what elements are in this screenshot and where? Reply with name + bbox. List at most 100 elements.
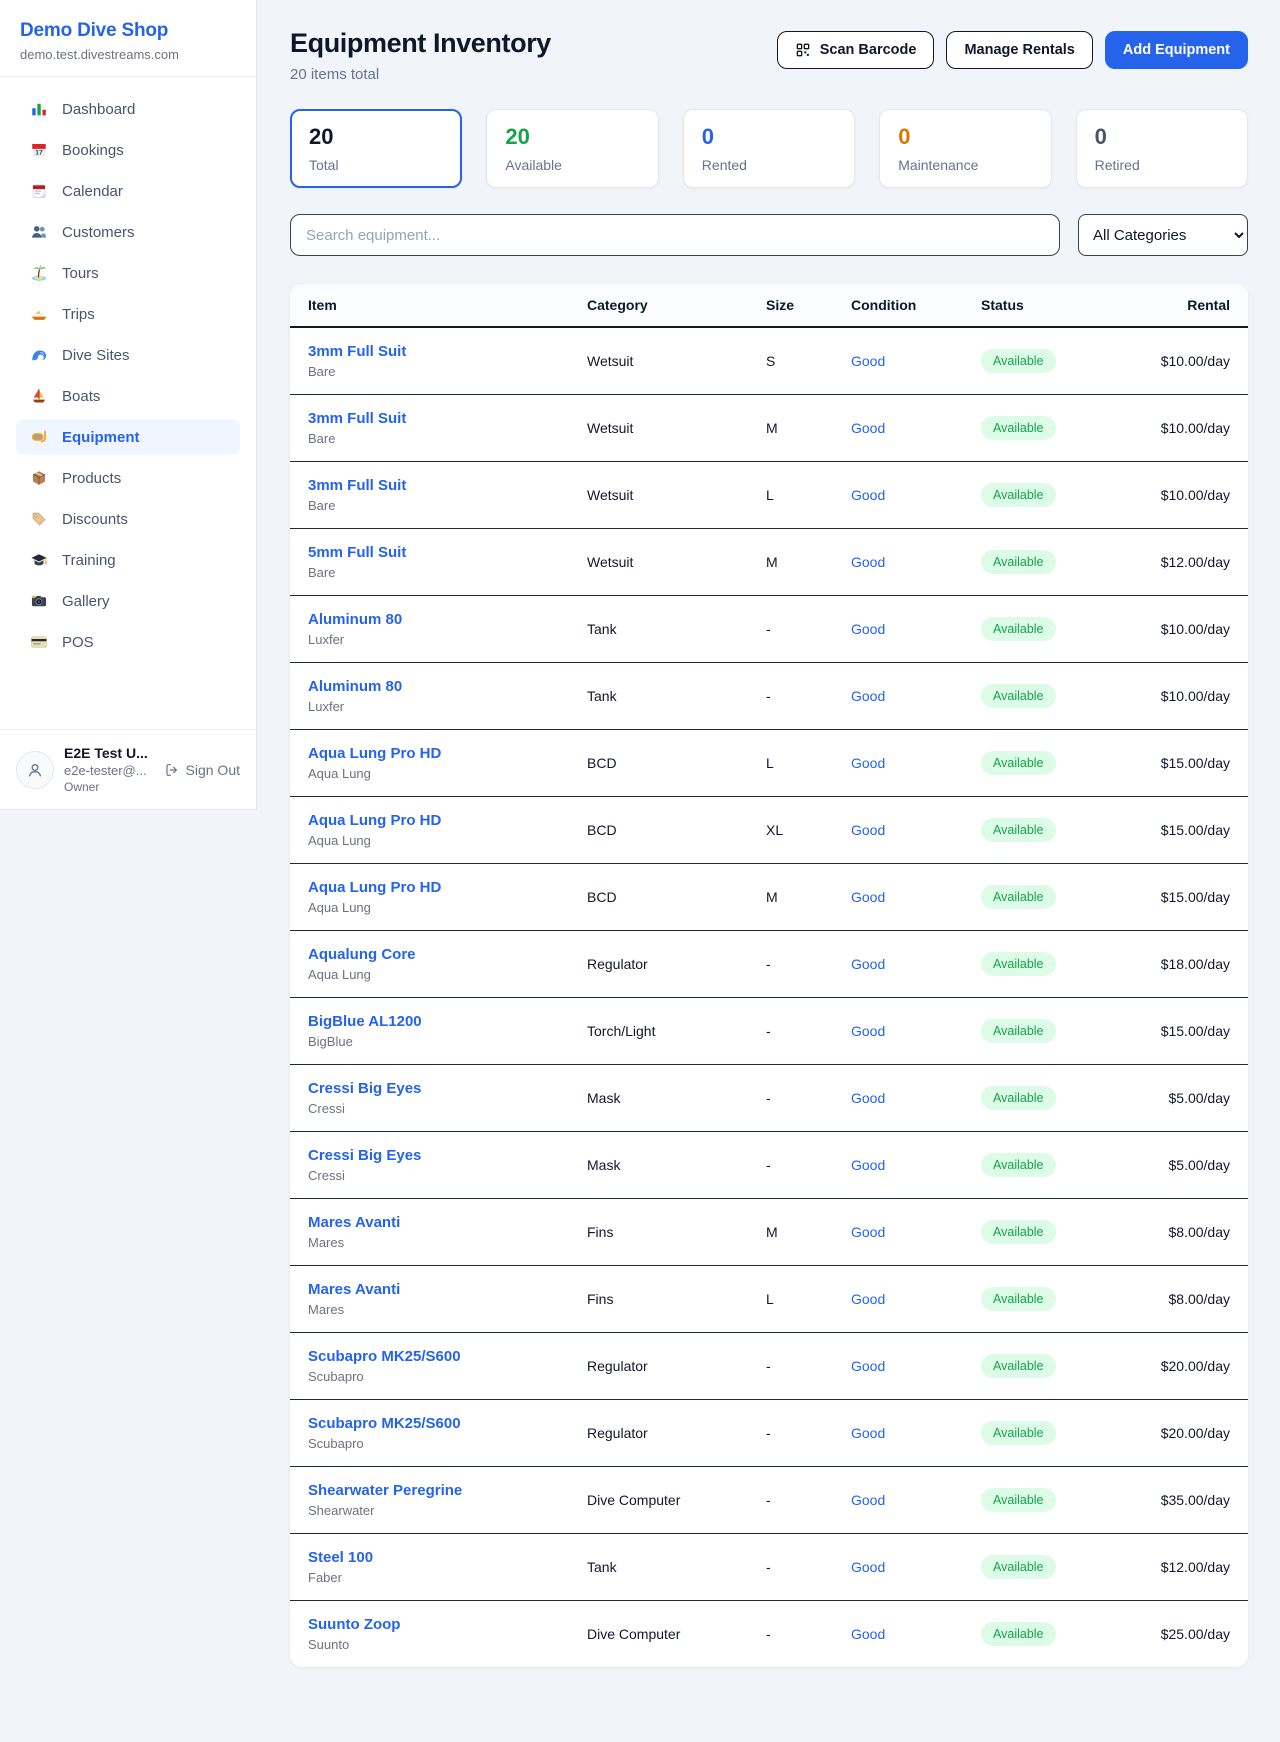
sidebar-item-tours[interactable]: Tours	[16, 255, 240, 291]
item-condition-link[interactable]: Good	[851, 1132, 981, 1199]
item-name-link[interactable]: Aqua Lung Pro HD	[308, 879, 577, 896]
sidebar-item-discounts[interactable]: Discounts	[16, 501, 240, 537]
item-size: L	[766, 730, 851, 797]
item-name-link[interactable]: Suunto Zoop	[308, 1616, 577, 1633]
item-brand: Suunto	[308, 1637, 577, 1652]
item-name-link[interactable]: Aluminum 80	[308, 678, 577, 695]
manage-rentals-label: Manage Rentals	[964, 42, 1074, 58]
sidebar-item-products[interactable]: Products	[16, 460, 240, 496]
status-cell: Available	[981, 395, 1141, 462]
item-condition-link[interactable]: Good	[851, 1601, 981, 1668]
page-header-text: Equipment Inventory 20 items total	[290, 28, 551, 83]
item-name-link[interactable]: Mares Avanti	[308, 1281, 577, 1298]
item-cell: 5mm Full Suit Bare	[290, 529, 587, 596]
status-cell: Available	[981, 998, 1141, 1065]
item-rental: $20.00/day	[1141, 1400, 1248, 1467]
stat-card-total[interactable]: 20 Total	[290, 109, 462, 188]
item-condition-link[interactable]: Good	[851, 596, 981, 663]
search-input[interactable]	[290, 214, 1060, 256]
item-name-link[interactable]: Aqua Lung Pro HD	[308, 812, 577, 829]
table-row: 3mm Full Suit Bare Wetsuit S Good Availa…	[290, 327, 1248, 395]
item-condition-link[interactable]: Good	[851, 1266, 981, 1333]
status-cell: Available	[981, 1266, 1141, 1333]
item-category: Mask	[587, 1132, 766, 1199]
category-select[interactable]: All Categories	[1078, 214, 1248, 256]
speedboat-icon	[30, 305, 48, 323]
item-rental: $10.00/day	[1141, 395, 1248, 462]
item-name-link[interactable]: Shearwater Peregrine	[308, 1482, 577, 1499]
stat-card-maintenance[interactable]: 0 Maintenance	[879, 109, 1051, 188]
sign-out-button[interactable]: Sign Out	[164, 762, 240, 778]
sidebar-item-training[interactable]: Training	[16, 542, 240, 578]
item-condition-link[interactable]: Good	[851, 1400, 981, 1467]
table-body: 3mm Full Suit Bare Wetsuit S Good Availa…	[290, 327, 1248, 1667]
sidebar-item-customers[interactable]: Customers	[16, 214, 240, 250]
item-name-link[interactable]: Mares Avanti	[308, 1214, 577, 1231]
user-icon	[25, 760, 45, 780]
item-condition-link[interactable]: Good	[851, 529, 981, 596]
status-badge: Available	[981, 1220, 1056, 1244]
item-name-link[interactable]: Steel 100	[308, 1549, 577, 1566]
item-condition-link[interactable]: Good	[851, 931, 981, 998]
item-name-link[interactable]: Cressi Big Eyes	[308, 1080, 577, 1097]
item-name-link[interactable]: 3mm Full Suit	[308, 410, 577, 427]
status-badge: Available	[981, 550, 1056, 574]
stat-card-available[interactable]: 20 Available	[486, 109, 658, 188]
item-name-link[interactable]: Scubapro MK25/S600	[308, 1348, 577, 1365]
item-condition-link[interactable]: Good	[851, 1534, 981, 1601]
item-cell: 3mm Full Suit Bare	[290, 395, 587, 462]
item-category: Wetsuit	[587, 529, 766, 596]
item-cell: Aluminum 80 Luxfer	[290, 596, 587, 663]
item-name-link[interactable]: Cressi Big Eyes	[308, 1147, 577, 1164]
item-condition-link[interactable]: Good	[851, 1065, 981, 1132]
item-condition-link[interactable]: Good	[851, 395, 981, 462]
brand-domain: demo.test.divestreams.com	[20, 47, 236, 62]
stat-card-rented[interactable]: 0 Rented	[683, 109, 855, 188]
sidebar-item-pos[interactable]: POS	[16, 624, 240, 660]
sidebar-item-label: Trips	[62, 306, 95, 323]
item-name-link[interactable]: BigBlue AL1200	[308, 1013, 577, 1030]
item-name-link[interactable]: Aqualung Core	[308, 946, 577, 963]
sidebar-item-calendar[interactable]: Calendar	[16, 173, 240, 209]
manage-rentals-button[interactable]: Manage Rentals	[946, 31, 1092, 69]
item-rental: $5.00/day	[1141, 1132, 1248, 1199]
status-cell: Available	[981, 864, 1141, 931]
stat-label: Rented	[702, 157, 836, 173]
status-cell: Available	[981, 1467, 1141, 1534]
sidebar-item-dive-sites[interactable]: Dive Sites	[16, 337, 240, 373]
item-condition-link[interactable]: Good	[851, 730, 981, 797]
item-cell: Mares Avanti Mares	[290, 1266, 587, 1333]
item-category: Tank	[587, 1534, 766, 1601]
item-name-link[interactable]: Aluminum 80	[308, 611, 577, 628]
item-size: L	[766, 1266, 851, 1333]
item-condition-link[interactable]: Good	[851, 998, 981, 1065]
stat-card-retired[interactable]: 0 Retired	[1076, 109, 1248, 188]
item-condition-link[interactable]: Good	[851, 864, 981, 931]
item-name-link[interactable]: 3mm Full Suit	[308, 477, 577, 494]
item-condition-link[interactable]: Good	[851, 462, 981, 529]
item-condition-link[interactable]: Good	[851, 1467, 981, 1534]
item-condition-link[interactable]: Good	[851, 1199, 981, 1266]
item-condition-link[interactable]: Good	[851, 663, 981, 730]
add-equipment-button[interactable]: Add Equipment	[1105, 31, 1248, 69]
status-cell: Available	[981, 327, 1141, 395]
item-condition-link[interactable]: Good	[851, 1333, 981, 1400]
item-size: -	[766, 1132, 851, 1199]
scan-barcode-button[interactable]: Scan Barcode	[777, 31, 935, 69]
item-condition-link[interactable]: Good	[851, 797, 981, 864]
sidebar-item-boats[interactable]: Boats	[16, 378, 240, 414]
item-rental: $10.00/day	[1141, 462, 1248, 529]
item-rental: $35.00/day	[1141, 1467, 1248, 1534]
item-condition-link[interactable]: Good	[851, 327, 981, 395]
sidebar-item-trips[interactable]: Trips	[16, 296, 240, 332]
item-name-link[interactable]: 3mm Full Suit	[308, 343, 577, 360]
sidebar-item-equipment[interactable]: Equipment	[16, 419, 240, 455]
sidebar-item-gallery[interactable]: Gallery	[16, 583, 240, 619]
item-rental: $10.00/day	[1141, 596, 1248, 663]
item-name-link[interactable]: Aqua Lung Pro HD	[308, 745, 577, 762]
item-name-link[interactable]: Scubapro MK25/S600	[308, 1415, 577, 1432]
sidebar-item-dashboard[interactable]: Dashboard	[16, 91, 240, 127]
item-brand: Shearwater	[308, 1503, 577, 1518]
item-name-link[interactable]: 5mm Full Suit	[308, 544, 577, 561]
sidebar-item-bookings[interactable]: Bookings	[16, 132, 240, 168]
